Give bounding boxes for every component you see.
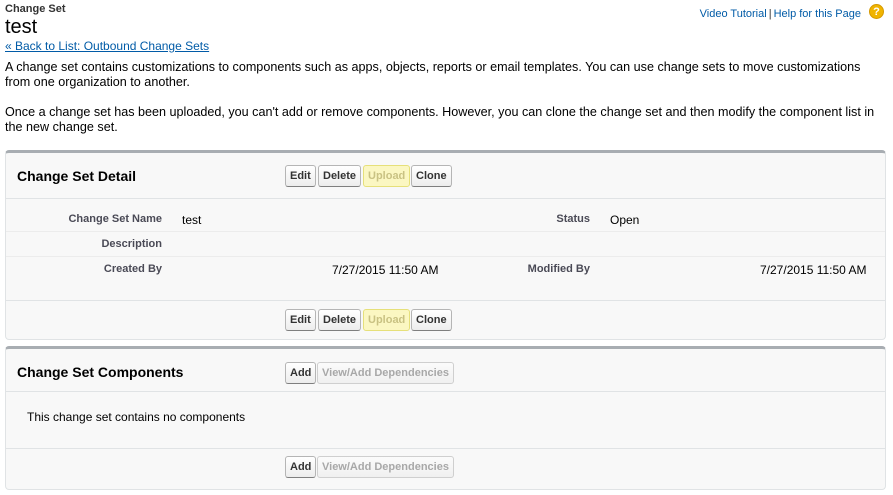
detail-row-description: Description xyxy=(6,232,885,257)
help-question-icon[interactable]: ? xyxy=(869,4,884,19)
view-add-dependencies-button-top[interactable]: View/Add Dependencies xyxy=(317,362,454,384)
change-set-name-value: test xyxy=(182,213,202,227)
status-value: Open xyxy=(610,213,640,227)
change-set-detail-block: Change Set Detail Edit Delete Upload Clo… xyxy=(5,150,886,340)
detail-fields: Change Set Name test Status Open Descrip… xyxy=(6,198,885,301)
detail-row-created-modified: Created By 7/27/2015 11:50 AM Modified B… xyxy=(6,257,885,282)
delete-button-top[interactable]: Delete xyxy=(318,165,362,187)
page-type: Change Set xyxy=(5,3,66,15)
intro-paragraph-1: A change set contains customizations to … xyxy=(5,60,861,89)
created-by-date: 7/27/2015 11:50 AM xyxy=(332,263,439,277)
upload-button-top[interactable]: Upload xyxy=(363,165,411,187)
edit-button-bottom[interactable]: Edit xyxy=(285,309,316,331)
clone-button-bottom[interactable]: Clone xyxy=(411,309,452,331)
page-header: Change Set test xyxy=(5,3,66,38)
intro-paragraph-2: Once a change set has been uploaded, you… xyxy=(5,105,875,134)
modified-by-date: 7/27/2015 11:50 AM xyxy=(760,263,867,277)
page-title: test xyxy=(5,16,38,38)
modified-by-label: Modified By xyxy=(527,263,590,275)
detail-block-title: Change Set Detail xyxy=(17,168,137,184)
edit-button-top[interactable]: Edit xyxy=(285,165,316,187)
add-button-top[interactable]: Add xyxy=(285,362,317,384)
add-button-bottom[interactable]: Add xyxy=(285,456,317,478)
view-add-dependencies-button-bottom[interactable]: View/Add Dependencies xyxy=(317,456,454,478)
back-to-list-link[interactable]: « Back to List: Outbound Change Sets xyxy=(5,39,209,53)
help-for-page-link[interactable]: Help for this Page xyxy=(774,8,861,20)
delete-button-bottom[interactable]: Delete xyxy=(318,309,362,331)
no-components-message: This change set contains no components xyxy=(27,410,246,424)
created-by-label: Created By xyxy=(103,263,162,275)
components-block-title: Change Set Components xyxy=(17,364,184,380)
clone-button-top[interactable]: Clone xyxy=(411,165,452,187)
description-label: Description xyxy=(101,238,162,250)
help-links: Video Tutorial | Help for this Page xyxy=(700,8,861,20)
upload-button-bottom[interactable]: Upload xyxy=(363,309,411,331)
video-tutorial-link[interactable]: Video Tutorial xyxy=(700,8,767,20)
change-set-components-block: Change Set Components Add View/Add Depen… xyxy=(5,346,886,490)
change-set-name-label: Change Set Name xyxy=(68,213,162,225)
status-label: Status xyxy=(556,213,590,225)
detail-row-name: Change Set Name test Status Open xyxy=(6,207,885,232)
help-separator: | xyxy=(768,8,772,20)
